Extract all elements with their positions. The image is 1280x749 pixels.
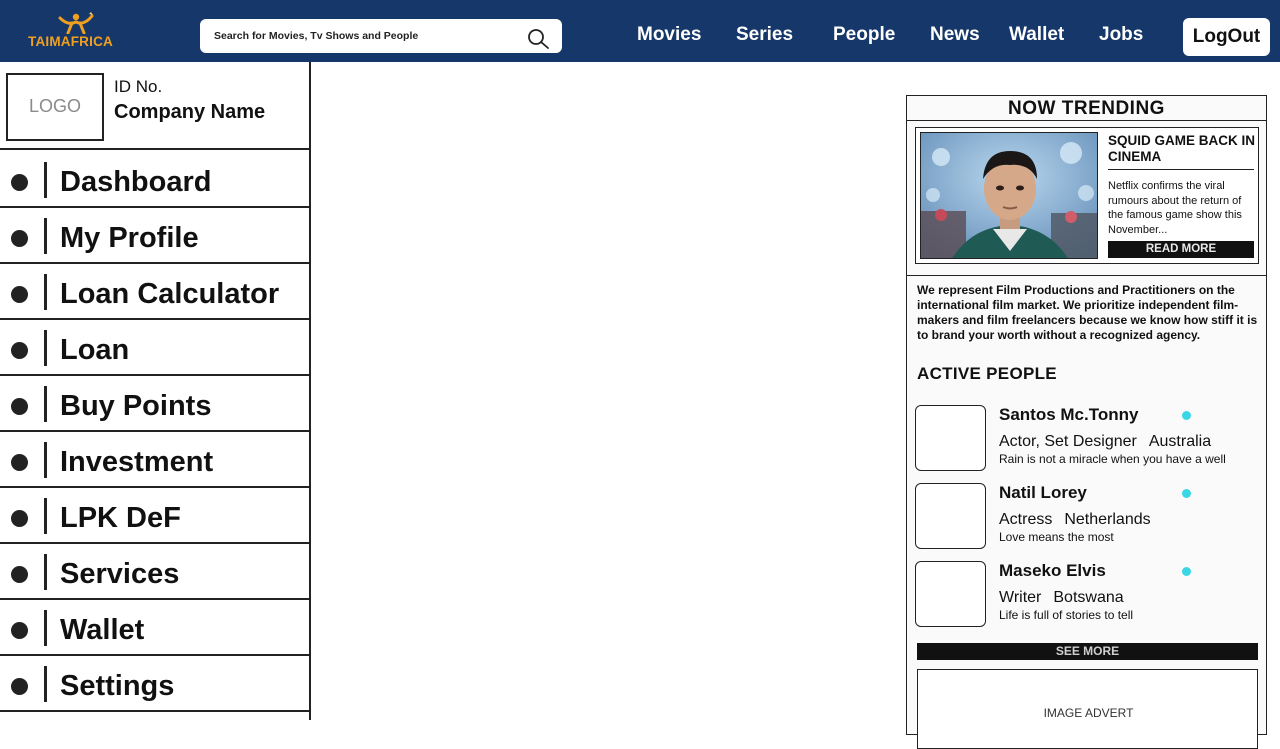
active-people-title: ACTIVE PEOPLE <box>917 364 1057 383</box>
divider <box>907 120 1266 121</box>
sidebar-item-investment[interactable]: Investment <box>0 432 309 488</box>
company-name: Company Name <box>114 101 266 123</box>
nav-news[interactable]: News <box>930 24 980 46</box>
nav-series[interactable]: Series <box>736 24 793 46</box>
agency-intro-text: We represent Film Productions and Practi… <box>917 283 1258 342</box>
bullet-icon <box>11 622 28 639</box>
sidebar-item-my-profile[interactable]: My Profile <box>0 208 309 264</box>
avatar <box>915 561 986 627</box>
sidebar-item-label: Buy Points <box>60 390 212 422</box>
bullet-icon <box>11 510 28 527</box>
person-name: Maseko Elvis <box>999 561 1106 580</box>
person-details: Actress Netherlands <box>999 511 1151 529</box>
trending-panel: NOW TRENDING SQUID GAME BACK IN CINEMA N… <box>906 95 1267 749</box>
sidebar-item-settings[interactable]: Settings <box>0 656 309 712</box>
brand-logo[interactable]: TAIMAFRICA <box>26 12 130 52</box>
sidebar-item-label: Investment <box>60 446 214 478</box>
sidebar-item-label: Loan Calculator <box>60 278 280 310</box>
active-person-card[interactable]: Natil Lorey Actress Netherlands Love mean… <box>915 483 1260 553</box>
divider <box>44 442 47 478</box>
online-status-icon <box>1182 567 1191 576</box>
person-country: Botswana <box>1053 589 1124 606</box>
advert-label: IMAGE ADVERT <box>1043 706 1134 720</box>
sidebar-item-label: My Profile <box>60 222 199 254</box>
sidebar-item-label: Wallet <box>60 614 145 646</box>
nav-movies[interactable]: Movies <box>637 24 701 46</box>
divider <box>44 386 47 422</box>
person-name: Santos Mc.Tonny <box>999 405 1139 424</box>
trending-photo-illustration <box>921 133 1097 258</box>
search-input[interactable] <box>214 27 514 45</box>
top-navigation-bar: TAIMAFRICA Movies Series People News Wal… <box>0 0 1280 62</box>
sidebar-item-label: Dashboard <box>60 166 212 198</box>
bullet-icon <box>11 230 28 247</box>
avatar <box>915 405 986 471</box>
sidebar-header: LOGO ID No. Company Name <box>0 62 309 150</box>
divider <box>44 666 47 702</box>
divider <box>44 218 47 254</box>
sidebar-item-label: Settings <box>60 670 175 702</box>
brand-figure-icon <box>58 12 94 34</box>
person-name: Natil Lorey <box>999 483 1087 502</box>
person-quote: Rain is not a miracle when you have a we… <box>999 452 1226 466</box>
divider <box>44 162 47 198</box>
bullet-icon <box>11 566 28 583</box>
image-advert[interactable]: IMAGE ADVERT <box>917 669 1258 749</box>
nav-wallet[interactable]: Wallet <box>1009 24 1064 46</box>
person-role: Writer <box>999 589 1042 606</box>
person-role: Actress <box>999 511 1053 528</box>
company-logo-placeholder: LOGO <box>6 73 104 141</box>
sidebar-item-label: Loan <box>60 334 130 366</box>
trending-title: NOW TRENDING <box>1008 98 1165 119</box>
read-more-button[interactable]: READ MORE <box>1108 241 1254 258</box>
trending-card[interactable]: SQUID GAME BACK IN CINEMA Netflix confir… <box>915 127 1259 264</box>
see-more-button[interactable]: SEE MORE <box>917 643 1258 660</box>
person-quote: Love means the most <box>999 530 1114 544</box>
sidebar-item-services[interactable]: Services <box>0 544 309 600</box>
id-number-label: ID No. <box>114 77 163 96</box>
divider <box>44 554 47 590</box>
divider <box>44 274 47 310</box>
sidebar-item-lpk-def[interactable]: LPK DeF <box>0 488 309 544</box>
bullet-icon <box>11 678 28 695</box>
divider <box>44 498 47 534</box>
sidebar-item-label: Services <box>60 558 180 590</box>
person-country: Netherlands <box>1064 511 1151 528</box>
brand-name: TAIMAFRICA <box>28 34 113 49</box>
person-details: Actor, Set Designer Australia <box>999 433 1211 451</box>
sidebar-item-loan-calculator[interactable]: Loan Calculator <box>0 264 309 320</box>
sidebar-item-wallet[interactable]: Wallet <box>0 600 309 656</box>
search-icon[interactable] <box>527 28 551 50</box>
person-details: Writer Botswana <box>999 589 1124 607</box>
bullet-icon <box>11 454 28 471</box>
sidebar: LOGO ID No. Company Name Dashboard My Pr… <box>0 62 311 720</box>
sidebar-item-buy-points[interactable]: Buy Points <box>0 376 309 432</box>
divider <box>44 610 47 646</box>
trending-summary: Netflix confirms the viral rumours about… <box>1108 180 1242 237</box>
avatar <box>915 483 986 549</box>
bullet-icon <box>11 286 28 303</box>
sidebar-item-loan[interactable]: Loan <box>0 320 309 376</box>
active-person-card[interactable]: Santos Mc.Tonny Actor, Set Designer Austr… <box>915 405 1260 475</box>
divider <box>907 275 1266 276</box>
logout-button[interactable]: LogOut <box>1183 18 1270 56</box>
sidebar-item-label: LPK DeF <box>60 502 181 534</box>
bullet-icon <box>11 174 28 191</box>
bullet-icon <box>11 342 28 359</box>
nav-people[interactable]: People <box>833 24 895 46</box>
person-role: Actor, Set Designer <box>999 433 1137 450</box>
person-quote: Life is full of stories to tell <box>999 608 1134 622</box>
active-person-card[interactable]: Maseko Elvis Writer Botswana Life is full… <box>915 561 1260 631</box>
bullet-icon <box>11 398 28 415</box>
trending-headline: SQUID GAME BACK IN CINEMA <box>1108 133 1256 164</box>
online-status-icon <box>1182 411 1191 420</box>
trending-image[interactable] <box>920 132 1098 259</box>
divider <box>44 330 47 366</box>
search-bar <box>200 19 562 53</box>
sidebar-item-dashboard[interactable]: Dashboard <box>0 152 309 208</box>
online-status-icon <box>1182 489 1191 498</box>
nav-jobs[interactable]: Jobs <box>1099 24 1143 46</box>
divider <box>1108 169 1254 170</box>
person-country: Australia <box>1148 433 1212 450</box>
